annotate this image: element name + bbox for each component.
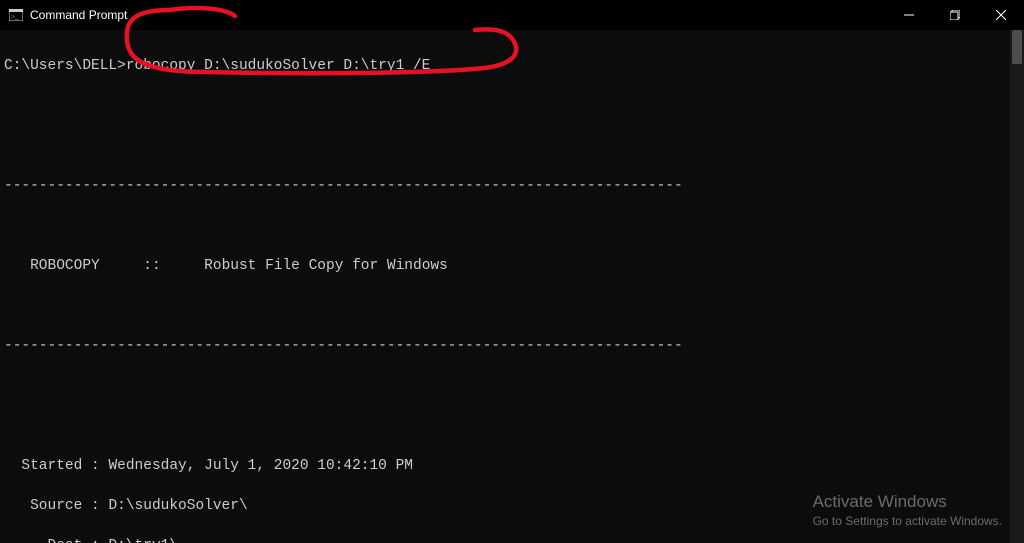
- info-value: D:\try1\: [108, 538, 178, 543]
- banner-sep: ::: [143, 258, 160, 274]
- prompt-command: robocopy D:\sudukoSolver D:\try1 /E: [126, 58, 431, 74]
- maximize-button[interactable]: [932, 0, 978, 30]
- info-label: Dest :: [48, 538, 100, 543]
- started-line: Started : Wednesday, July 1, 2020 10:42:…: [4, 456, 1010, 476]
- cmd-icon: >_: [8, 7, 24, 23]
- scrollbar-thumb[interactable]: [1012, 30, 1022, 64]
- source-line: Source : D:\sudukoSolver\: [4, 496, 1010, 516]
- separator-line: ----------------------------------------…: [4, 176, 1010, 196]
- window-controls: [886, 0, 1024, 30]
- prompt-line: C:\Users\DELL>robocopy D:\sudukoSolver D…: [4, 56, 1010, 76]
- info-label: Started :: [21, 458, 99, 474]
- blank-line: [4, 96, 1010, 116]
- minimize-button[interactable]: [886, 0, 932, 30]
- banner-line: ROBOCOPY :: Robust File Copy for Windows: [4, 256, 1010, 276]
- info-label: Source :: [30, 498, 100, 514]
- window-title: Command Prompt: [30, 8, 127, 22]
- svg-text:>_: >_: [11, 13, 19, 21]
- info-value: Wednesday, July 1, 2020 10:42:10 PM: [108, 458, 413, 474]
- blank-line: [4, 376, 1010, 396]
- terminal-output[interactable]: C:\Users\DELL>robocopy D:\sudukoSolver D…: [0, 30, 1010, 543]
- banner-desc: Robust File Copy for Windows: [204, 258, 448, 274]
- scrollbar-track[interactable]: [1010, 30, 1024, 543]
- dest-line: Dest : D:\try1\: [4, 536, 1010, 543]
- prompt-path: C:\Users\DELL>: [4, 58, 126, 74]
- blank-line: [4, 136, 1010, 156]
- close-button[interactable]: [978, 0, 1024, 30]
- blank-line: [4, 296, 1010, 316]
- separator-line: ----------------------------------------…: [4, 336, 1010, 356]
- banner-label: ROBOCOPY: [30, 258, 100, 274]
- blank-line: [4, 416, 1010, 436]
- blank-line: [4, 216, 1010, 236]
- info-value: D:\sudukoSolver\: [108, 498, 247, 514]
- window-titlebar: >_ Command Prompt: [0, 0, 1024, 30]
